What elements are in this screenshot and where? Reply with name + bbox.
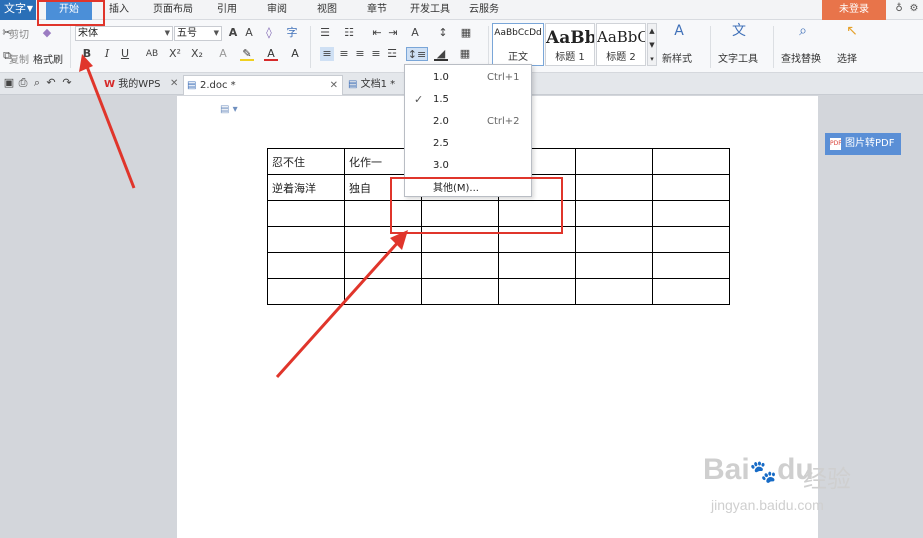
baidu-logo: Bai🐾du — [703, 453, 814, 487]
annotation-arrow-head — [79, 54, 93, 72]
annotation-arrow-line — [84, 63, 136, 189]
watermark-text: 经验 — [803, 465, 851, 493]
watermark-url: jingyan.baidu.com — [711, 497, 824, 513]
annotation-arrow-line — [275, 238, 402, 379]
baidu-logo-part: Bai — [703, 453, 750, 486]
baidu-watermark: Bai🐾du 经验 jingyan.baidu.com — [703, 453, 903, 523]
paw-icon: 🐾 — [749, 459, 778, 484]
